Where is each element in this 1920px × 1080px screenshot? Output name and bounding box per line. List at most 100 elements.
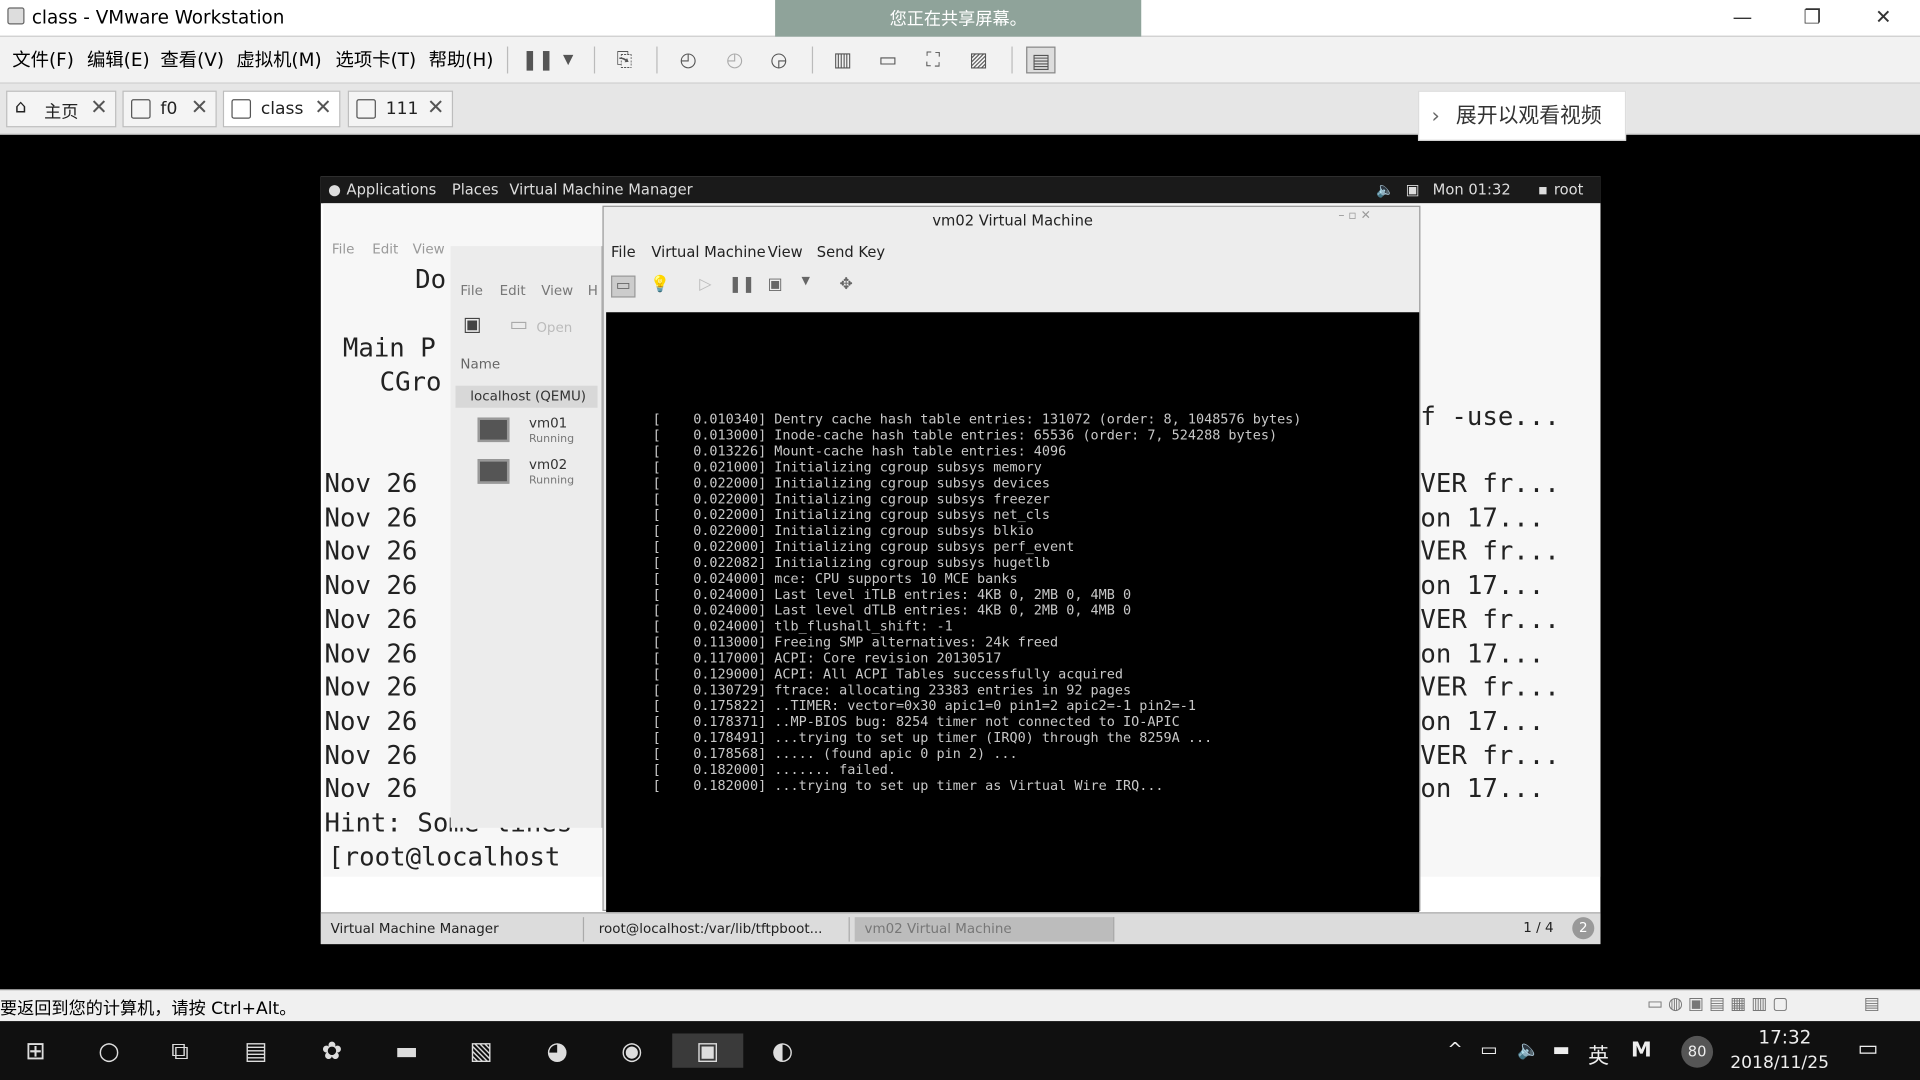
vmware-app-icon [7,7,25,25]
tab-f0[interactable]: f0 ✕ [122,90,217,128]
task-vmm[interactable]: Virtual Machine Manager [321,917,585,942]
clock-date[interactable]: 2018/11/25 [1730,1053,1829,1073]
vmm-menu-edit[interactable]: Edit [500,283,526,299]
notification-badge[interactable]: 2 [1572,917,1595,940]
minimize-button[interactable]: — [1714,2,1770,34]
console-view-icon[interactable]: ▭ [873,47,902,74]
search-icon[interactable]: ○ [91,1033,128,1067]
task-terminal[interactable]: root@localhost:/var/lib/tftpboot... [589,917,850,942]
vmm-menu-help[interactable]: H [588,283,598,299]
unity-icon[interactable]: ▨ [964,47,993,74]
vmware-taskbar-icon[interactable]: ▣ [672,1033,744,1068]
console-view-icon[interactable]: ▭ [611,275,636,298]
window-controls[interactable]: – ▫ ✕ [1338,209,1370,222]
places-menu[interactable]: Places [452,181,499,198]
close-icon[interactable]: ✕ [191,96,208,120]
app-icon-2[interactable]: ✿ [313,1033,350,1067]
vm-menu-view[interactable]: View [768,244,803,261]
pause-icon[interactable]: ❚❚ [729,276,756,298]
clock-time[interactable]: 17:32 [1758,1026,1811,1048]
close-icon[interactable]: ✕ [427,96,444,120]
ime-mode[interactable]: M [1631,1038,1652,1062]
task-view-icon[interactable]: ⧉ [162,1033,199,1067]
guest-taskbar: Virtual Machine Manager root@localhost:/… [320,912,1601,945]
vmm-menu-file[interactable]: File [460,283,483,299]
menu-view[interactable]: 查看(V) [160,47,224,73]
user-menu[interactable]: root [1554,181,1583,198]
menu-edit[interactable]: 编辑(E) [87,47,150,73]
vm-menu-file[interactable]: File [611,244,636,261]
tab-class[interactable]: class ✕ [222,90,341,128]
paint-icon[interactable]: ◐ [764,1033,801,1067]
app-icon-3[interactable]: ▧ [463,1033,500,1067]
file-explorer-icon[interactable]: ▬ [388,1033,425,1067]
guest-desktop[interactable]: ● Applications Places Virtual Machine Ma… [320,176,1601,945]
snapshot-icon[interactable]: ◴ [673,47,702,74]
open-button[interactable]: Open [536,320,572,336]
volume-icon[interactable]: 🔈 [1517,1038,1540,1060]
message-icon[interactable]: ▤ [1864,994,1880,1014]
device-icons[interactable]: ▭◍▣▤▦▥▢ [1647,994,1793,1014]
kernel-log-line: [ 0.024000] Last level iTLB entries: 4KB… [652,586,1132,603]
expand-video-button[interactable]: › 展开以观看视频 [1417,90,1627,141]
menu-vm[interactable]: 虚拟机(M) [236,47,321,73]
app-icon-4[interactable]: ◕ [539,1033,576,1067]
close-button[interactable]: ✕ [1855,2,1911,34]
notification-icon[interactable]: ▭ [1858,1036,1879,1062]
thumbnail-icon[interactable]: ▤ [1026,46,1056,74]
new-vm-icon[interactable]: ▣ [463,312,482,335]
close-icon[interactable]: ✕ [90,96,107,120]
app-icon-1[interactable]: ▤ [238,1033,275,1067]
term-menu-view[interactable]: View [413,241,445,257]
term-prompt[interactable]: [root@localhost [328,842,560,871]
snapshot-manager-icon[interactable]: ◶ [764,47,793,74]
tab-home[interactable]: ⌂ 主页 ✕ [6,90,117,128]
task-vm02[interactable]: vm02 Virtual Machine [854,917,1115,942]
network-icon[interactable]: ▭ [1480,1038,1497,1060]
maximize-button[interactable]: ❐ [1784,2,1840,34]
dropdown-icon[interactable]: ▼ [793,276,817,298]
menu-file[interactable]: 文件(F) [12,47,74,73]
send-keys-icon[interactable]: ⎘ [610,47,639,74]
ime-language[interactable]: 英 [1588,1038,1609,1068]
browser-icon[interactable]: ◉ [613,1033,650,1067]
term-menu-edit[interactable]: Edit [372,241,398,257]
fullscreen-icon[interactable]: ✥ [834,276,858,298]
vmm-menu-view[interactable]: View [541,283,573,299]
battery-icon[interactable]: ▬ [1553,1038,1570,1060]
app-name[interactable]: Virtual Machine Manager [509,181,692,198]
dropdown-icon[interactable]: ▼ [553,47,582,74]
app-badge[interactable]: 80 [1681,1035,1714,1068]
host-row[interactable]: localhost (QEMU) [455,385,598,408]
clock[interactable]: Mon 01:32 [1433,181,1511,198]
vmm-window[interactable]: File Edit View H ▣ ▭ Open Name localhost… [450,246,603,828]
revert-snapshot-icon[interactable]: ◴ [720,47,749,74]
open-icon[interactable]: ▭ [509,312,528,335]
pause-icon[interactable]: ❚❚ [522,47,555,74]
vm-menu-machine[interactable]: Virtual Machine [651,244,765,261]
fullscreen-icon[interactable]: ⛶ [918,47,947,74]
windows-start-icon[interactable]: ⊞ [17,1033,54,1067]
sidebar-icon[interactable]: ▥ [828,47,857,74]
menu-help[interactable]: 帮助(H) [429,47,494,73]
term-menu-file[interactable]: File [332,241,355,257]
tab-111[interactable]: 111 ✕ [347,90,454,128]
close-icon[interactable]: ✕ [314,96,331,120]
log-date: Nov 26 [324,706,418,736]
menu-tabs[interactable]: 选项卡(T) [336,47,417,73]
details-icon[interactable]: 💡 [648,276,672,298]
vm-console[interactable]: [ 0.010340] Dentry cache hash table entr… [606,312,1420,913]
vm-menu-sendkey[interactable]: Send Key [817,244,885,261]
workspace-pager[interactable]: 1 / 4 [1523,920,1553,936]
menubar: 文件(F) 编辑(E) 查看(V) 虚拟机(M) 选项卡(T) 帮助(H) ❚❚… [0,36,1920,84]
vm-console-window[interactable]: vm02 Virtual Machine – ▫ ✕ File Virtual … [602,205,1421,913]
play-icon[interactable]: ▷ [693,276,717,298]
vm-name[interactable]: vm01 [529,415,567,431]
applications-menu[interactable]: Applications [347,181,437,198]
network-icon[interactable]: ▣ [1406,181,1420,198]
kernel-log-line: [ 0.178491] ...trying to set up timer (I… [652,729,1213,746]
chevron-up-icon[interactable]: ^ [1447,1038,1462,1060]
vm-name[interactable]: vm02 [529,457,567,473]
volume-icon[interactable]: 🔈 [1376,181,1394,198]
power-icon[interactable]: ▣ [763,276,787,298]
